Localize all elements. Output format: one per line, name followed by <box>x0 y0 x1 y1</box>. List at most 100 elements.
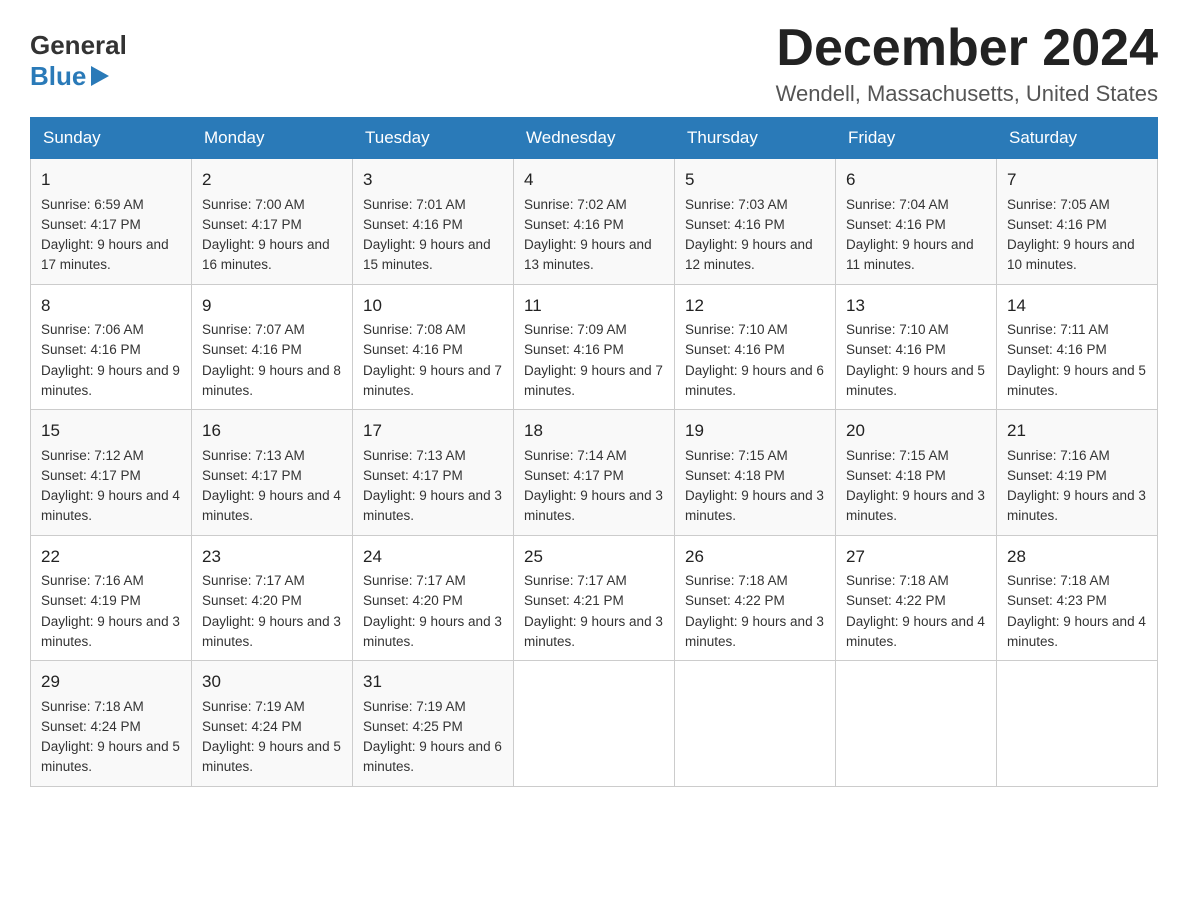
calendar-cell: 17Sunrise: 7:13 AMSunset: 4:17 PMDayligh… <box>353 410 514 536</box>
daylight-label: Daylight: 9 hours and 4 minutes. <box>1007 614 1146 649</box>
day-number: 10 <box>363 293 503 319</box>
sunrise-label: Sunrise: 7:04 AM <box>846 197 949 212</box>
sunrise-label: Sunrise: 7:18 AM <box>846 573 949 588</box>
sunrise-label: Sunrise: 7:09 AM <box>524 322 627 337</box>
day-number: 29 <box>41 669 181 695</box>
sunrise-label: Sunrise: 7:10 AM <box>685 322 788 337</box>
day-number: 27 <box>846 544 986 570</box>
daylight-label: Daylight: 9 hours and 16 minutes. <box>202 237 330 272</box>
day-header-row: SundayMondayTuesdayWednesdayThursdayFrid… <box>31 118 1158 159</box>
sunrise-label: Sunrise: 7:16 AM <box>41 573 144 588</box>
sunset-label: Sunset: 4:20 PM <box>363 593 463 608</box>
day-number: 20 <box>846 418 986 444</box>
day-header-sunday: Sunday <box>31 118 192 159</box>
sunset-label: Sunset: 4:16 PM <box>363 342 463 357</box>
day-number: 14 <box>1007 293 1147 319</box>
calendar-cell: 26Sunrise: 7:18 AMSunset: 4:22 PMDayligh… <box>675 535 836 661</box>
sunrise-label: Sunrise: 7:15 AM <box>846 448 949 463</box>
calendar-cell: 30Sunrise: 7:19 AMSunset: 4:24 PMDayligh… <box>192 661 353 787</box>
sunrise-label: Sunrise: 7:08 AM <box>363 322 466 337</box>
month-title: December 2024 <box>776 20 1158 77</box>
day-number: 7 <box>1007 167 1147 193</box>
calendar-cell: 24 Sunrise: 7:17 AM Sunset: 4:20 PM Dayligh… <box>353 535 514 661</box>
sunset-label: Sunset: 4:18 PM <box>846 468 946 483</box>
sunset-label: Sunset: 4:17 PM <box>524 468 624 483</box>
sunrise-label: Sunrise: 7:17 AM <box>363 573 466 588</box>
sunset-label: Sunset: 4:17 PM <box>202 468 302 483</box>
day-number: 8 <box>41 293 181 319</box>
calendar-week-2: 8Sunrise: 7:06 AMSunset: 4:16 PMDaylight… <box>31 284 1158 410</box>
sunrise-label: Sunrise: 7:02 AM <box>524 197 627 212</box>
sunset-label: Sunset: 4:16 PM <box>846 217 946 232</box>
calendar-cell: 10Sunrise: 7:08 AMSunset: 4:16 PMDayligh… <box>353 284 514 410</box>
calendar-cell: 21Sunrise: 7:16 AMSunset: 4:19 PMDayligh… <box>997 410 1158 536</box>
daylight-label: Daylight: 9 hours and 5 minutes. <box>202 739 341 774</box>
day-number: 31 <box>363 669 503 695</box>
calendar-cell: 11Sunrise: 7:09 AMSunset: 4:16 PMDayligh… <box>514 284 675 410</box>
day-number: 21 <box>1007 418 1147 444</box>
calendar-week-3: 15Sunrise: 7:12 AMSunset: 4:17 PMDayligh… <box>31 410 1158 536</box>
sunset-label: Sunset: 4:16 PM <box>363 217 463 232</box>
calendar-cell: 12Sunrise: 7:10 AMSunset: 4:16 PMDayligh… <box>675 284 836 410</box>
daylight-label: Daylight: 9 hours and 4 minutes. <box>846 614 985 649</box>
logo-general: General <box>30 30 127 61</box>
day-number: 24 <box>363 544 503 570</box>
sunrise-label: Sunrise: 7:10 AM <box>846 322 949 337</box>
day-number: 9 <box>202 293 342 319</box>
daylight-label: Daylight: 9 hours and 5 minutes. <box>1007 363 1146 398</box>
daylight-label: Daylight: 9 hours and 3 minutes. <box>1007 488 1146 523</box>
sunset-label: Sunset: 4:24 PM <box>202 719 302 734</box>
calendar-cell: 23Sunrise: 7:17 AMSunset: 4:20 PMDayligh… <box>192 535 353 661</box>
daylight-label: Daylight: 9 hours and 3 minutes. <box>363 614 502 649</box>
sunrise-label: Sunrise: 7:11 AM <box>1007 322 1109 337</box>
daylight-label: Daylight: 9 hours and 3 minutes. <box>363 488 502 523</box>
daylight-label: Daylight: 9 hours and 6 minutes. <box>363 739 502 774</box>
sunrise-label: Sunrise: 7:00 AM <box>202 197 305 212</box>
sunset-label: Sunset: 4:17 PM <box>41 468 141 483</box>
sunset-label: Sunset: 4:23 PM <box>1007 593 1107 608</box>
sunset-label: Sunset: 4:19 PM <box>41 593 141 608</box>
sunset-label: Sunset: 4:16 PM <box>685 217 785 232</box>
location-title: Wendell, Massachusetts, United States <box>776 81 1158 107</box>
daylight-label: Daylight: 9 hours and 11 minutes. <box>846 237 974 272</box>
calendar-week-1: 1Sunrise: 6:59 AMSunset: 4:17 PMDaylight… <box>31 159 1158 285</box>
calendar-week-4: 22Sunrise: 7:16 AMSunset: 4:19 PMDayligh… <box>31 535 1158 661</box>
logo-blue: Blue <box>30 61 109 92</box>
day-number: 4 <box>524 167 664 193</box>
daylight-label: Daylight: 9 hours and 5 minutes. <box>41 739 180 774</box>
daylight-label: Daylight: 9 hours and 9 minutes. <box>41 363 180 398</box>
calendar-cell: 9Sunrise: 7:07 AMSunset: 4:16 PMDaylight… <box>192 284 353 410</box>
sunrise-label: Sunrise: 7:03 AM <box>685 197 788 212</box>
logo-arrow-icon <box>91 66 109 86</box>
daylight-label: Daylight: 9 hours and 10 minutes. <box>1007 237 1135 272</box>
day-number: 19 <box>685 418 825 444</box>
day-number: 23 <box>202 544 342 570</box>
sunrise-label: Sunrise: 7:17 AM <box>524 573 627 588</box>
calendar-cell: 3Sunrise: 7:01 AMSunset: 4:16 PMDaylight… <box>353 159 514 285</box>
day-header-saturday: Saturday <box>997 118 1158 159</box>
sunrise-label: Sunrise: 7:18 AM <box>1007 573 1110 588</box>
calendar-table: SundayMondayTuesdayWednesdayThursdayFrid… <box>30 117 1158 787</box>
sunset-label: Sunset: 4:22 PM <box>846 593 946 608</box>
calendar-cell: 25Sunrise: 7:17 AMSunset: 4:21 PMDayligh… <box>514 535 675 661</box>
sunrise-label: Sunrise: 7:01 AM <box>363 197 466 212</box>
calendar-cell: 29Sunrise: 7:18 AMSunset: 4:24 PMDayligh… <box>31 661 192 787</box>
title-block: December 2024 Wendell, Massachusetts, Un… <box>776 20 1158 107</box>
calendar-cell: 14Sunrise: 7:11 AMSunset: 4:16 PMDayligh… <box>997 284 1158 410</box>
sunrise-label: Sunrise: 7:05 AM <box>1007 197 1110 212</box>
day-header-thursday: Thursday <box>675 118 836 159</box>
daylight-label: Daylight: 9 hours and 4 minutes. <box>202 488 341 523</box>
calendar-cell: 15Sunrise: 7:12 AMSunset: 4:17 PMDayligh… <box>31 410 192 536</box>
sunset-label: Sunset: 4:16 PM <box>685 342 785 357</box>
day-header-friday: Friday <box>836 118 997 159</box>
calendar-cell: 13Sunrise: 7:10 AMSunset: 4:16 PMDayligh… <box>836 284 997 410</box>
sunrise-label: Sunrise: 7:16 AM <box>1007 448 1110 463</box>
sunset-label: Sunset: 4:16 PM <box>524 217 624 232</box>
calendar-cell: 19Sunrise: 7:15 AMSunset: 4:18 PMDayligh… <box>675 410 836 536</box>
day-number: 12 <box>685 293 825 319</box>
sunset-label: Sunset: 4:17 PM <box>41 217 141 232</box>
day-number: 15 <box>41 418 181 444</box>
daylight-label: Daylight: 9 hours and 4 minutes. <box>41 488 180 523</box>
calendar-cell: 2Sunrise: 7:00 AMSunset: 4:17 PMDaylight… <box>192 159 353 285</box>
calendar-cell: 1Sunrise: 6:59 AMSunset: 4:17 PMDaylight… <box>31 159 192 285</box>
